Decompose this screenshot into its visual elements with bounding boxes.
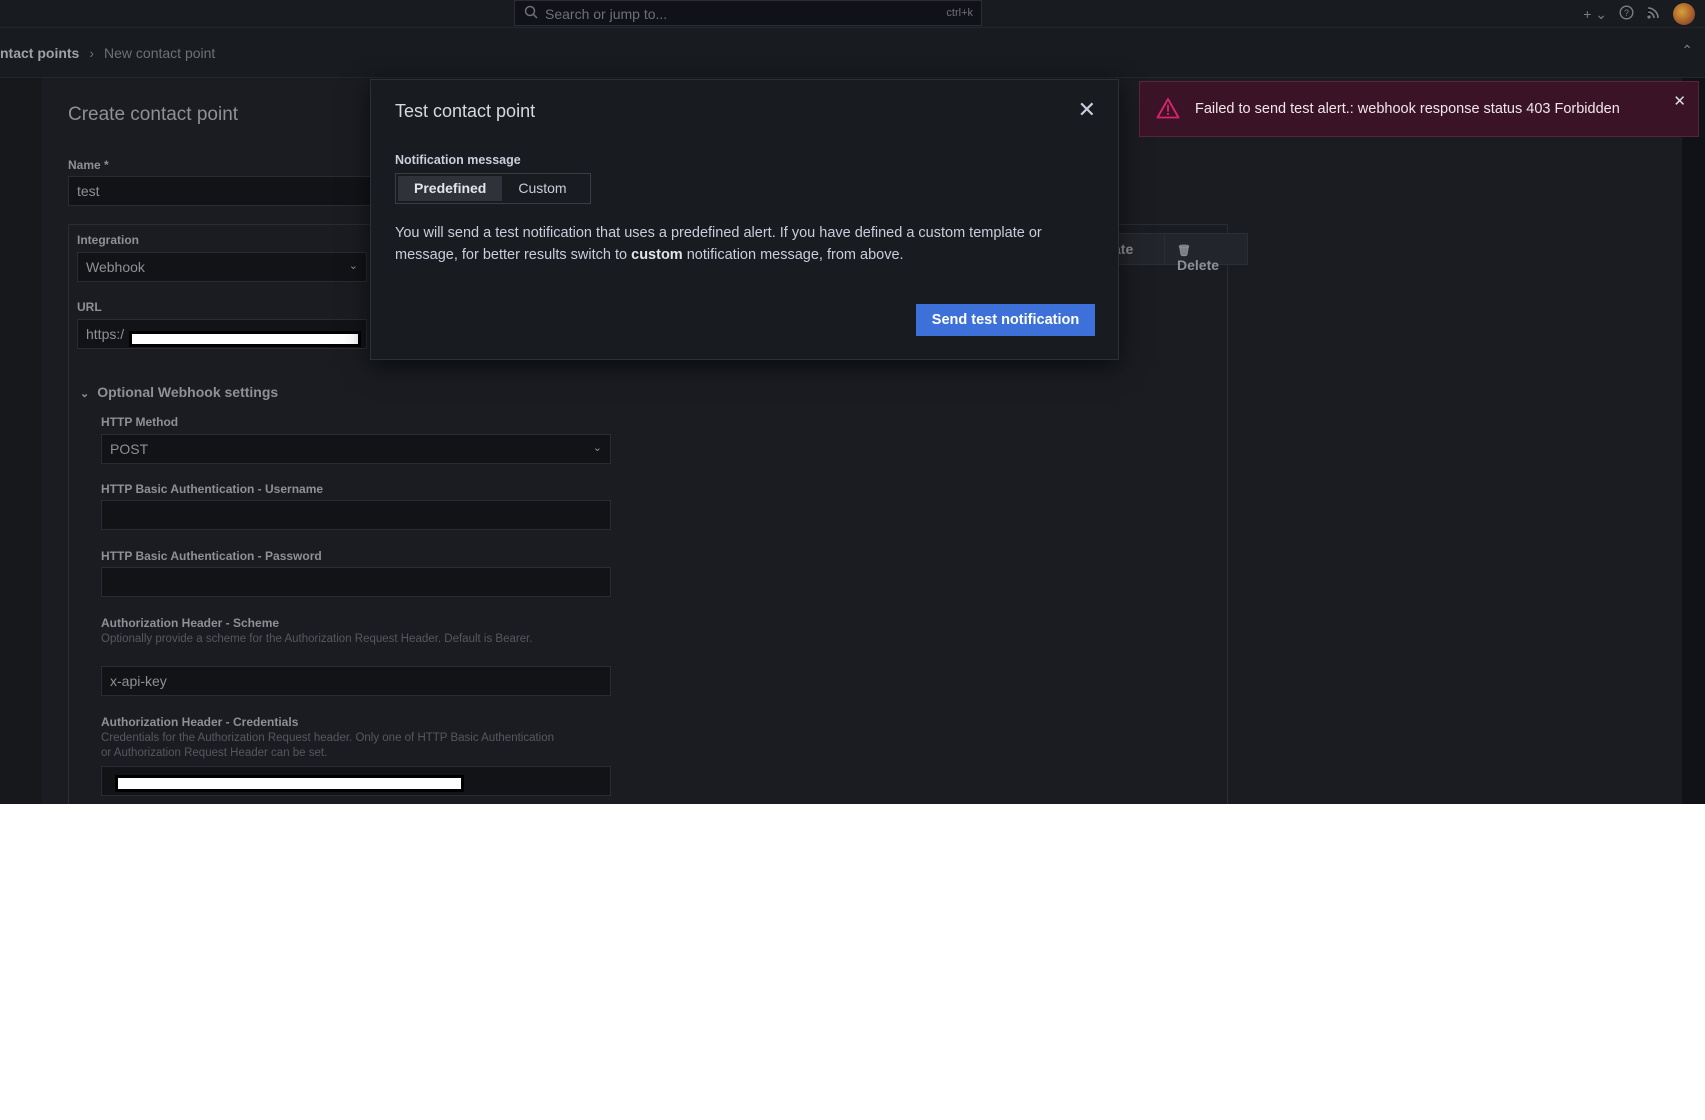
trash-icon: 🗑 (1177, 245, 1191, 257)
app-window: Search or jump to... ctrl+k + ⌄ ? ntact … (0, 0, 1705, 804)
description-bold: custom (631, 247, 683, 263)
breadcrumb-contact-points[interactable]: ntact points (0, 45, 79, 61)
side-menu-strip (0, 78, 42, 804)
svg-text:?: ? (1624, 8, 1629, 18)
delete-label: Delete (1177, 257, 1220, 273)
auth-scheme-hint: Optionally provide a scheme for the Auth… (101, 633, 533, 645)
search-placeholder: Search or jump to... (545, 6, 668, 22)
basic-password-field[interactable] (101, 567, 611, 597)
modal-title: Test contact point (395, 101, 536, 121)
notification-message-label: Notification message (395, 153, 521, 167)
breadcrumb: ntact points › New contact point (0, 45, 215, 61)
notification-message-toggle: Predefined Custom (395, 173, 591, 204)
breadcrumb-bar: ntact points › New contact point ⌃ (0, 28, 1705, 78)
search-icon (524, 5, 538, 22)
chevron-up-icon[interactable]: ⌃ (1681, 42, 1693, 59)
optional-settings-label: Optional Webhook settings (97, 384, 279, 400)
http-method-label: HTTP Method (101, 415, 179, 429)
redaction-box (115, 775, 464, 792)
basic-password-label: HTTP Basic Authentication - Password (101, 549, 322, 563)
integration-select[interactable]: Webhook ⌄ (77, 252, 367, 282)
page-title: Create contact point (68, 104, 239, 125)
option-predefined[interactable]: Predefined (398, 176, 503, 201)
auth-scheme-field[interactable]: x-api-key (101, 666, 611, 696)
test-contact-point-modal: Test contact point ✕ Notification messag… (370, 79, 1119, 360)
url-value: https:/ (86, 326, 125, 342)
auth-scheme-value: x-api-key (110, 673, 167, 689)
search-input[interactable]: Search or jump to... ctrl+k (514, 0, 982, 26)
rss-icon[interactable] (1646, 5, 1661, 23)
http-method-value: POST (110, 441, 149, 457)
modal-description: You will send a test notification that u… (395, 222, 1095, 266)
http-method-select[interactable]: POST ⌄ (101, 434, 611, 464)
chevron-down-icon: ⌄ (348, 260, 358, 272)
warning-icon (1156, 97, 1180, 124)
chevron-down-icon: ⌄ (80, 388, 90, 400)
name-value: test (77, 183, 100, 199)
url-label: URL (77, 300, 102, 314)
name-label: Name * (68, 158, 109, 172)
avatar[interactable] (1673, 3, 1695, 25)
nav-actions: + ⌄ ? (1583, 3, 1695, 25)
auth-scheme-label: Authorization Header - Scheme (101, 616, 280, 630)
chevron-down-icon: ⌄ (592, 442, 602, 454)
close-icon[interactable]: ✕ (1078, 97, 1096, 123)
description-text-2: notification message, from above. (682, 247, 904, 263)
delete-button[interactable]: 🗑Delete (1164, 233, 1248, 273)
breadcrumb-current: New contact point (104, 45, 216, 61)
name-field[interactable]: test (68, 176, 398, 206)
option-custom[interactable]: Custom (502, 176, 582, 201)
redaction-box (129, 331, 361, 347)
plus-icon[interactable]: + ⌄ (1583, 6, 1607, 23)
close-icon[interactable]: ✕ (1673, 92, 1686, 110)
basic-username-label: HTTP Basic Authentication - Username (101, 482, 324, 496)
top-nav: Search or jump to... ctrl+k + ⌄ ? (0, 0, 1705, 28)
send-test-notification-button[interactable]: Send test notification (916, 304, 1095, 336)
keyboard-shortcut: ctrl+k (946, 7, 973, 19)
help-icon[interactable]: ? (1619, 5, 1634, 23)
error-toast: Failed to send test alert.: webhook resp… (1139, 81, 1699, 137)
toast-message: Failed to send test alert.: webhook resp… (1195, 101, 1620, 117)
integration-label: Integration (77, 233, 139, 247)
integration-value: Webhook (86, 259, 145, 275)
optional-settings-toggle[interactable]: ⌄ Optional Webhook settings (80, 384, 278, 400)
auth-credentials-hint: Credentials for the Authorization Reques… (101, 732, 555, 759)
basic-username-field[interactable] (101, 500, 611, 530)
breadcrumb-separator: › (89, 45, 95, 61)
auth-credentials-label: Authorization Header - Credentials (101, 715, 299, 729)
